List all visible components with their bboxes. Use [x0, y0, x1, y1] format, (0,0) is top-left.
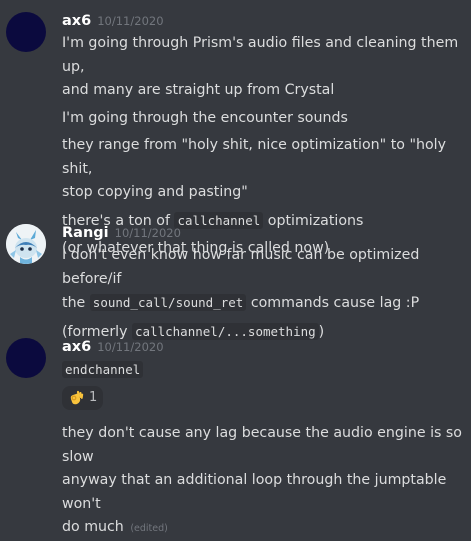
message: I'm going through the encounter sounds [62, 107, 465, 131]
message-line: and many are straight up from Crystal [62, 82, 335, 98]
username[interactable]: ax6 [62, 339, 91, 355]
message-text: the [62, 295, 90, 311]
username[interactable]: ax6 [62, 13, 91, 29]
message-line: they range from "holy shit, nice optimiz… [62, 137, 446, 177]
reaction-button[interactable]: 1 [62, 385, 104, 410]
message: they range from "holy shit, nice optimiz… [62, 134, 465, 205]
message-line: I don't even know how far music can be o… [62, 247, 420, 287]
timestamp: 10/11/2020 [97, 14, 164, 28]
inline-code: sound_call/sound_ret [89, 294, 247, 311]
username[interactable]: Rangi [62, 225, 109, 241]
message-text: do much [62, 519, 124, 535]
message-line: anyway that an additional loop through t… [62, 472, 447, 512]
avatar[interactable] [6, 12, 46, 52]
inline-code: endchannel [62, 361, 144, 378]
message: they don't cause any lag because the aud… [62, 422, 465, 541]
message-line: do much (edited) [62, 516, 465, 541]
message-header: Rangi 10/11/2020 [62, 222, 465, 244]
message-header: ax6 10/11/2020 [62, 336, 465, 358]
message: I'm going through Prism's audio files an… [62, 32, 465, 103]
avatar[interactable] [6, 338, 46, 378]
message-text: commands cause lag :P [246, 295, 420, 311]
ok-hand-icon [70, 390, 84, 404]
message-line: stop copying and pasting" [62, 184, 248, 200]
message-line: the sound_call/sound_ret commands cause … [62, 291, 465, 316]
reaction-count: 1 [89, 389, 98, 405]
message: I don't even know how far music can be o… [62, 244, 465, 316]
avatar[interactable] [6, 224, 46, 264]
edited-marker: (edited) [130, 523, 168, 534]
reactions: 1 [62, 383, 465, 415]
timestamp: 10/11/2020 [114, 226, 181, 240]
timestamp: 10/11/2020 [97, 340, 164, 354]
message: endchannel [62, 358, 465, 383]
avatar-image [6, 224, 46, 264]
message-line: they don't cause any lag because the aud… [62, 425, 462, 465]
message-line: I'm going through the encounter sounds [62, 109, 348, 126]
message-line: I'm going through Prism's audio files an… [62, 35, 459, 75]
message-header: ax6 10/11/2020 [62, 10, 465, 32]
